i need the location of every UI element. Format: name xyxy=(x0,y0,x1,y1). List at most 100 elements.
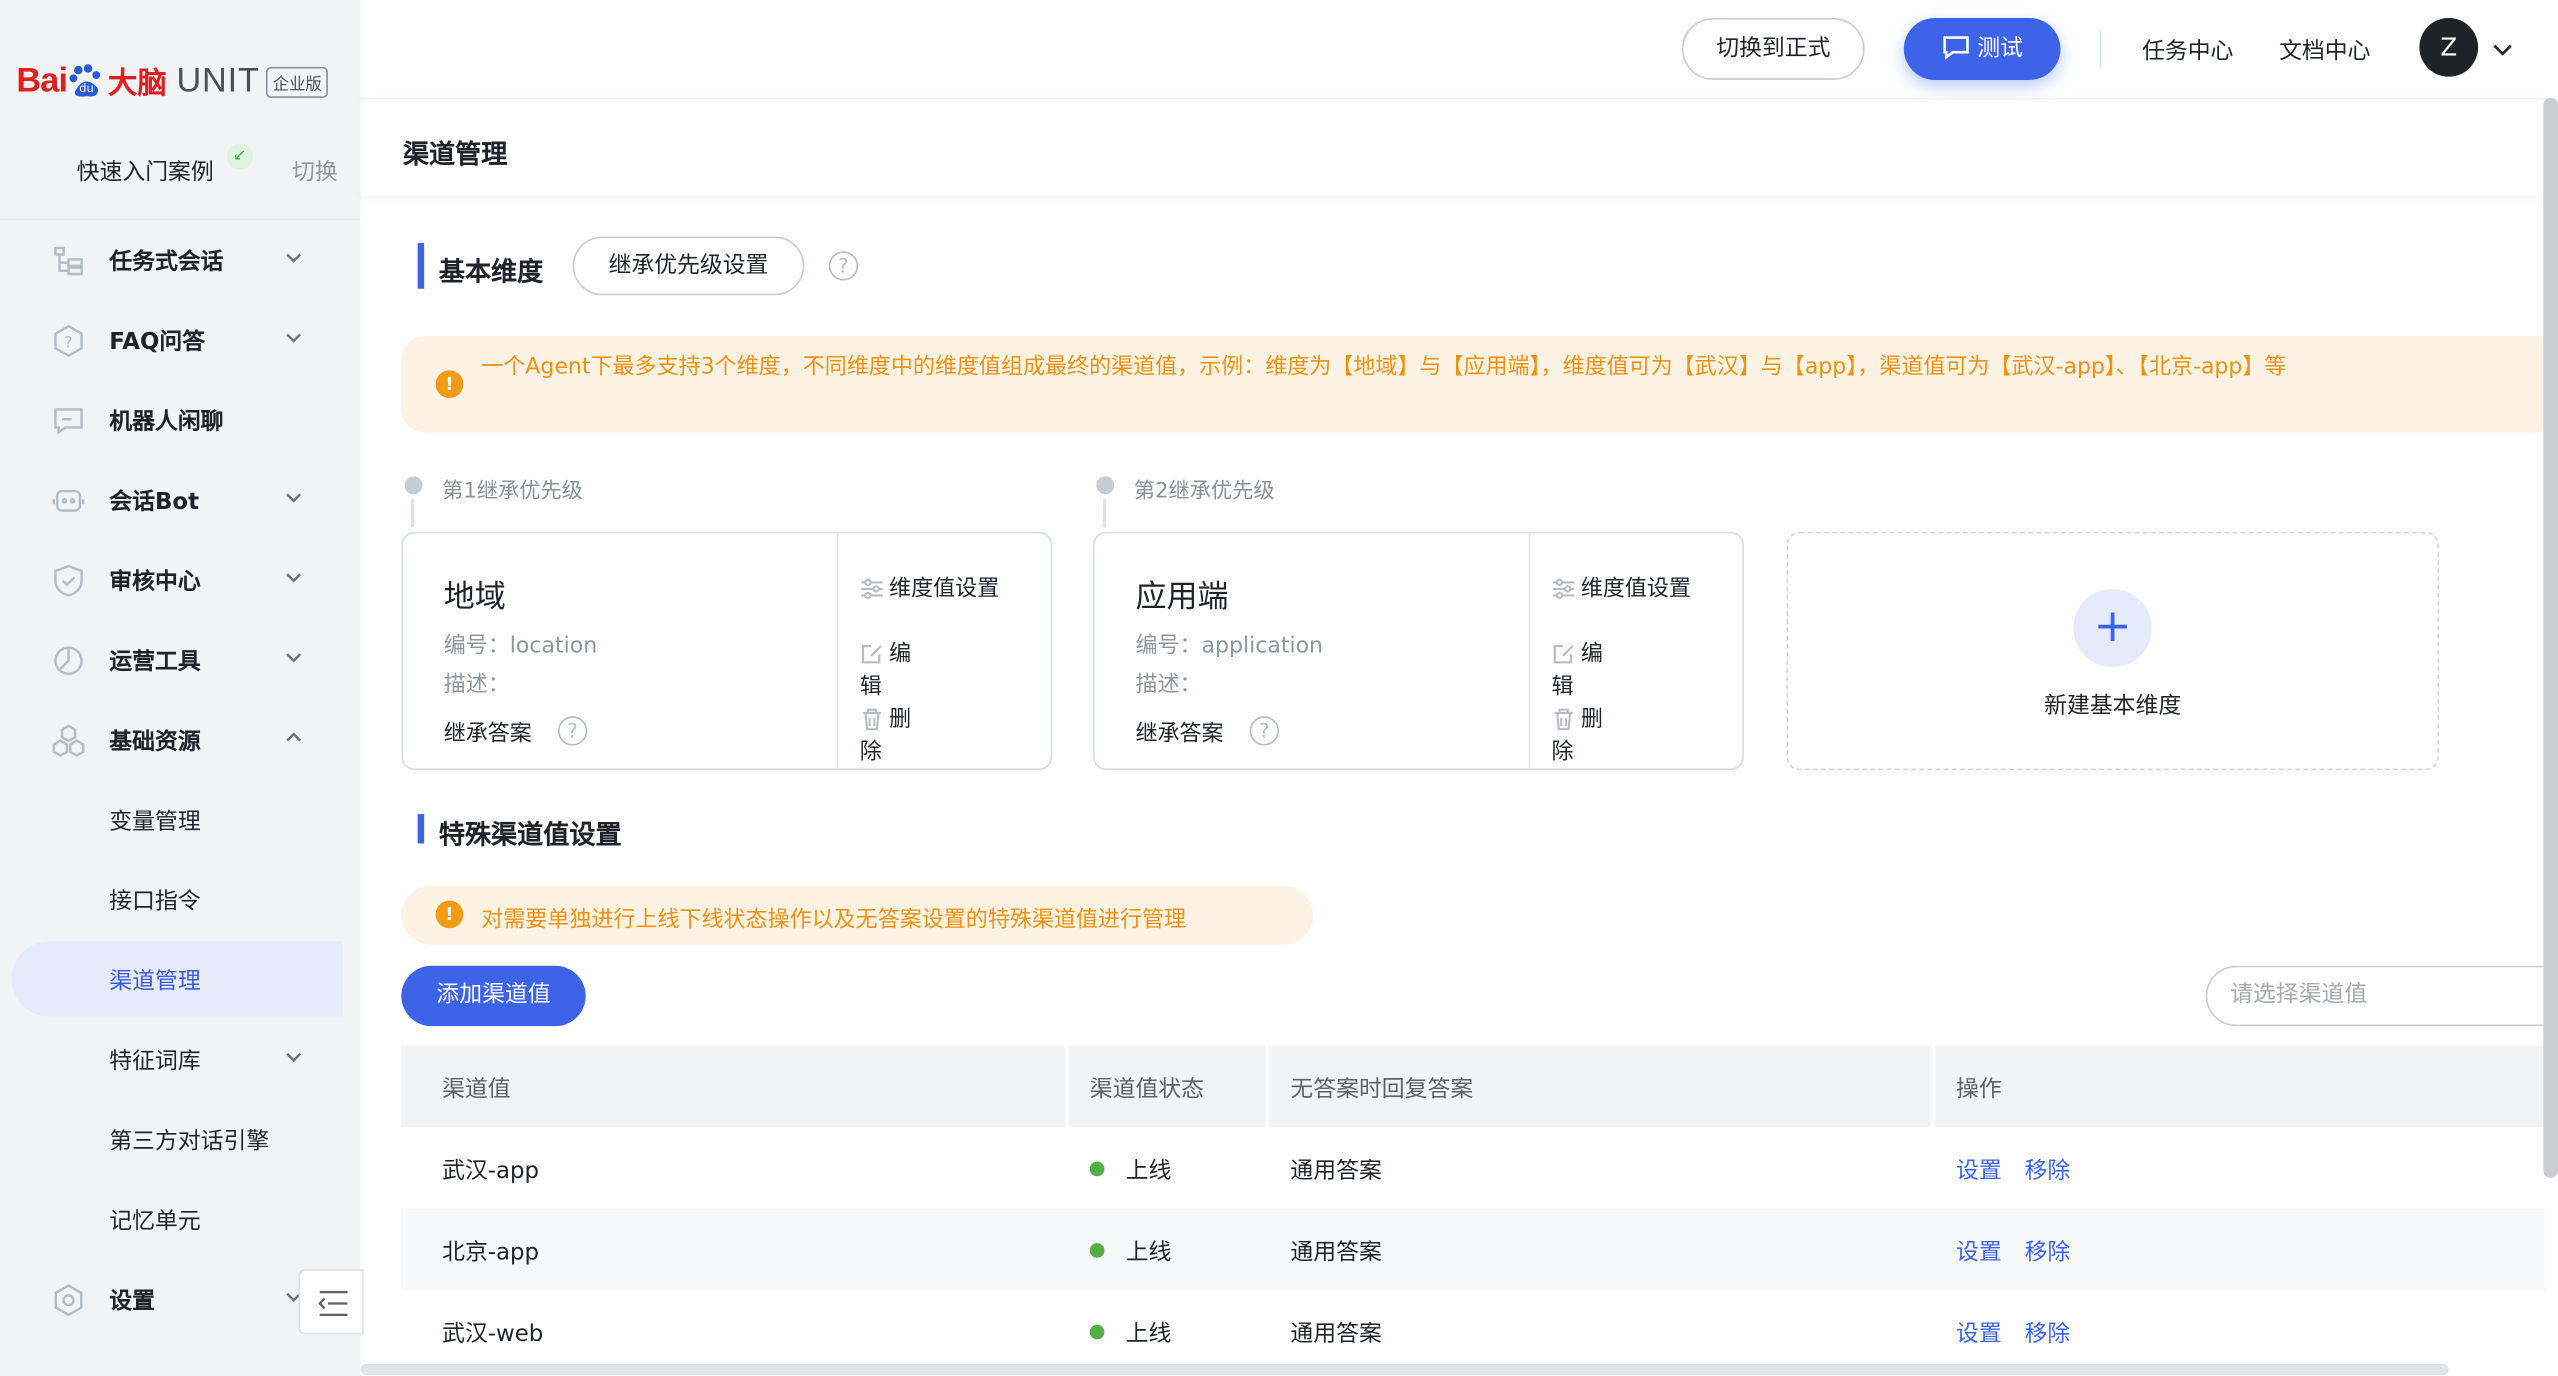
channel-value-cell: 武汉-app xyxy=(442,1158,540,1185)
agent-switch-link[interactable]: 切换 xyxy=(292,155,338,188)
channel-value-cell: 武汉-web xyxy=(442,1321,544,1348)
ops-tools-icon xyxy=(51,643,87,679)
column-header: 渠道值状态 xyxy=(1089,1076,1204,1103)
priority-line xyxy=(1102,499,1107,527)
inherit-priority-button[interactable]: 继承优先级设置 xyxy=(572,236,805,296)
dimension-value-setting-button[interactable]: 维度值设置 xyxy=(1551,573,1698,606)
edit-button[interactable]: 编辑 xyxy=(860,638,925,703)
sidebar-item-task-dialog[interactable]: 任务式会话 xyxy=(11,222,342,297)
bot-icon xyxy=(51,483,87,519)
baidu-paw-icon: du xyxy=(69,64,105,100)
sidebar-item-label: 审核中心 xyxy=(109,569,201,596)
priority-label: 第2继承优先级 xyxy=(1133,479,1275,505)
card-divider xyxy=(836,533,839,769)
sidebar-item-label: 设置 xyxy=(109,1288,155,1315)
edit-icon xyxy=(1551,641,1575,665)
trash-icon xyxy=(1551,706,1575,731)
sidebar-item-review[interactable]: 审核中心 xyxy=(11,542,342,617)
sidebar-item-faq[interactable]: ? FAQ问答 xyxy=(11,302,342,377)
top-header: 切换到正式 测试 任务中心 文档中心 Z xyxy=(360,0,2558,98)
sliders-icon xyxy=(860,576,884,600)
horizontal-scrollbar[interactable] xyxy=(360,1363,2449,1376)
channel-value-select[interactable]: 请选择渠道值 xyxy=(2205,965,2558,1027)
sidebar-item-label: 第三方对话引擎 xyxy=(109,1128,270,1156)
sidebar-item-label: 任务式会话 xyxy=(109,249,224,276)
task-center-link[interactable]: 任务中心 xyxy=(2142,34,2233,67)
status-dot xyxy=(1089,1243,1105,1258)
chevron-down-icon xyxy=(282,325,305,348)
sidebar-item-bot[interactable]: 会话Bot xyxy=(11,462,342,537)
sidebar-item-chitchat[interactable]: 机器人闲聊 xyxy=(11,382,342,457)
chevron-down-icon[interactable] xyxy=(2491,36,2514,59)
answer-cell: 通用答案 xyxy=(1290,1158,1382,1185)
dimension-value-setting-button[interactable]: 维度值设置 xyxy=(860,573,1007,606)
status-cell: 上线 xyxy=(1125,1158,1172,1185)
add-channel-value-button[interactable]: 添加渠道值 xyxy=(401,965,586,1027)
delete-button[interactable]: 删除 xyxy=(860,703,925,768)
remove-link[interactable]: 移除 xyxy=(2025,1153,2071,1186)
special-channel-title: 特殊渠道值设置 xyxy=(438,818,622,850)
table-row: 武汉-web 上线 通用答案 设置 移除 xyxy=(401,1290,2545,1372)
sidebar-item-third-party-engine[interactable]: 第三方对话引擎 xyxy=(11,1101,342,1176)
brand-logo[interactable]: Bai du 大脑 UNIT 企业版 xyxy=(16,55,329,107)
basic-warning-text: 一个Agent下最多支持3个维度，不同维度中的维度值组成最终的渠道值，示例：维度… xyxy=(481,354,2287,381)
logo-danao: 大脑 xyxy=(107,66,167,102)
delete-button[interactable]: 删除 xyxy=(1551,703,1616,768)
help-icon[interactable]: ? xyxy=(557,716,588,746)
chevron-down-icon xyxy=(282,245,305,268)
special-warning-banner: ! 对需要单独进行上线下线状态操作以及无答案设置的特殊渠道值进行管理 xyxy=(401,885,1314,945)
column-divider xyxy=(1065,1045,1069,1128)
column-header: 操作 xyxy=(1956,1076,2002,1103)
remove-link[interactable]: 移除 xyxy=(2025,1235,2071,1268)
new-dimension-card[interactable]: + 新建基本维度 xyxy=(1786,531,2439,771)
sidebar-item-label: 基础资源 xyxy=(109,729,201,756)
column-divider xyxy=(1931,1045,1935,1128)
table-row: 北京-app 上线 通用答案 设置 移除 xyxy=(401,1208,2545,1291)
test-button[interactable]: 测试 xyxy=(1903,17,2061,80)
switch-to-formal-button[interactable]: 切换到正式 xyxy=(1681,17,1865,80)
dimension-card: 应用端 编号：application 描述： 继承答案 ? 维度值设置 编辑 删… xyxy=(1093,531,1744,771)
test-button-label: 测试 xyxy=(1977,35,2023,62)
warning-icon: ! xyxy=(435,370,464,399)
resources-icon xyxy=(51,723,87,759)
sidebar-item-label: 渠道管理 xyxy=(109,969,201,996)
column-divider xyxy=(1265,1045,1270,1128)
priority-line xyxy=(411,499,415,527)
sidebar-item-feature-words[interactable]: 特征词库 xyxy=(11,1021,342,1096)
sidebar-item-resources[interactable]: 基础资源 xyxy=(11,702,342,777)
svg-text:?: ? xyxy=(64,332,73,351)
sidebar-item-ops-tools[interactable]: 运营工具 xyxy=(11,622,342,697)
set-link[interactable]: 设置 xyxy=(1956,1153,2002,1186)
inherit-answer-label: 继承答案 xyxy=(443,721,532,748)
set-link[interactable]: 设置 xyxy=(1956,1317,2002,1350)
faq-icon: ? xyxy=(51,323,87,359)
task-dialog-icon xyxy=(51,243,87,279)
chevron-down-icon xyxy=(282,564,305,587)
priority-dot xyxy=(404,476,423,495)
set-link[interactable]: 设置 xyxy=(1956,1235,2002,1268)
help-icon[interactable]: ? xyxy=(1249,716,1280,746)
vertical-scrollbar[interactable] xyxy=(2543,97,2558,1178)
chevron-down-icon xyxy=(282,644,305,667)
chevron-up-icon xyxy=(282,724,305,747)
sidebar-item-variables[interactable]: 变量管理 xyxy=(11,781,342,856)
column-header: 无答案时回复答案 xyxy=(1290,1076,1474,1103)
card-divider xyxy=(1528,533,1531,769)
sidebar-item-channel-management[interactable]: 渠道管理 xyxy=(11,941,343,1017)
settings-icon xyxy=(51,1282,87,1318)
help-icon[interactable]: ? xyxy=(828,251,859,281)
sidebar-item-settings[interactable]: 设置 xyxy=(11,1261,342,1336)
logo-unit: UNIT xyxy=(176,61,260,100)
sidebar-item-api-commands[interactable]: 接口指令 xyxy=(11,861,342,936)
doc-center-link[interactable]: 文档中心 xyxy=(2279,34,2370,67)
collapse-sidebar-button[interactable] xyxy=(298,1269,364,1335)
sidebar-item-memory[interactable]: 记忆单元 xyxy=(11,1181,342,1256)
priority-label: 第1继承优先级 xyxy=(442,479,583,505)
new-dimension-label: 新建基本维度 xyxy=(2044,693,2182,720)
avatar[interactable]: Z xyxy=(2419,17,2479,77)
answer-cell: 通用答案 xyxy=(1290,1239,1382,1266)
sidebar-item-label: 接口指令 xyxy=(109,889,201,916)
sidebar-item-label: 变量管理 xyxy=(109,809,201,836)
remove-link[interactable]: 移除 xyxy=(2025,1317,2071,1350)
edit-button[interactable]: 编辑 xyxy=(1551,638,1616,703)
